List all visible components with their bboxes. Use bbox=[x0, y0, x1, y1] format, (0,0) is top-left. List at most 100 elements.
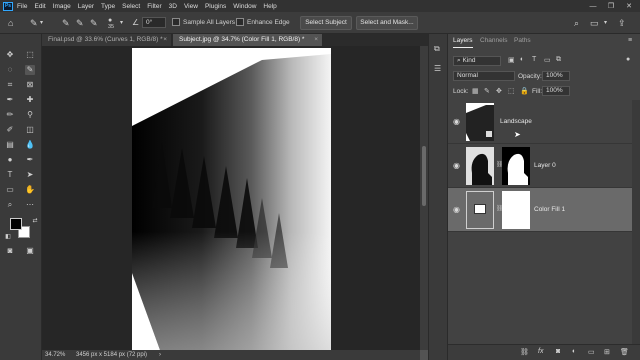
status-arrow-icon[interactable]: › bbox=[159, 350, 161, 360]
layer-row-layer-0[interactable]: ◉ ⛓ Layer 0 bbox=[448, 144, 632, 188]
default-colors-icon[interactable]: ◧ bbox=[3, 232, 13, 242]
layer-mask-thumbnail[interactable] bbox=[502, 191, 530, 229]
subtract-from-selection-icon[interactable]: ✎ bbox=[90, 17, 98, 29]
swap-colors-icon[interactable]: ⇄ bbox=[30, 216, 40, 226]
spot-healing-tool-icon[interactable]: ✚ bbox=[25, 95, 35, 105]
maximize-button[interactable]: ❐ bbox=[602, 2, 620, 10]
menu-type[interactable]: Type bbox=[101, 3, 115, 10]
gradient-tool-icon[interactable]: ▤ bbox=[5, 140, 15, 150]
workspace-chevron-icon[interactable]: ▾ bbox=[604, 17, 607, 29]
blend-mode-select[interactable]: Normal bbox=[453, 71, 515, 81]
layer-mask-thumbnail[interactable] bbox=[502, 147, 530, 185]
close-tab-icon[interactable]: × bbox=[163, 34, 167, 46]
share-icon[interactable]: ⇪ bbox=[618, 17, 626, 29]
home-icon[interactable]: ⌂ bbox=[8, 17, 13, 29]
scroll-thumb[interactable] bbox=[422, 146, 426, 206]
hand-tool-icon[interactable]: ✋ bbox=[25, 185, 35, 195]
adjustment-icon[interactable]: ◐ bbox=[572, 348, 576, 355]
eyedropper-tool-icon[interactable]: ✒ bbox=[5, 95, 15, 105]
add-to-selection-icon[interactable]: ✎ bbox=[76, 17, 84, 29]
menu-window[interactable]: Window bbox=[233, 3, 256, 10]
lock-transparent-icon[interactable]: ▦ bbox=[472, 87, 479, 95]
tab-layers[interactable]: Layers bbox=[453, 34, 473, 48]
brush-tool-icon[interactable]: ✏ bbox=[5, 110, 15, 120]
filter-toggle-icon[interactable]: ● bbox=[626, 56, 630, 63]
link-icon[interactable]: ⛓ bbox=[520, 348, 529, 356]
filter-pixel-icon[interactable]: ▣ bbox=[508, 56, 515, 64]
tab-paths[interactable]: Paths bbox=[514, 34, 531, 48]
pen-tool-icon[interactable]: ✒ bbox=[25, 155, 35, 165]
menu-edit[interactable]: Edit bbox=[34, 3, 45, 10]
select-subject-button[interactable]: Select Subject bbox=[300, 16, 352, 30]
enhance-edge-checkbox[interactable] bbox=[236, 18, 244, 26]
new-layer-icon[interactable]: ⊞ bbox=[604, 348, 610, 356]
filter-type-icon[interactable]: T bbox=[532, 56, 536, 63]
layer-filter-kind[interactable]: ⌕ Kind bbox=[453, 56, 501, 66]
document-canvas[interactable] bbox=[132, 48, 331, 350]
mask-icon[interactable]: ◙ bbox=[556, 348, 560, 355]
panel-menu-icon[interactable]: ≡ bbox=[628, 37, 632, 44]
layer-name[interactable]: Landscape bbox=[500, 118, 532, 125]
quick-selection-tool-icon[interactable]: ✎ bbox=[25, 65, 35, 75]
type-tool-icon[interactable]: T bbox=[5, 170, 15, 180]
quick-selection-tool-icon[interactable]: ✎ bbox=[30, 17, 38, 29]
menu-3d[interactable]: 3D bbox=[169, 3, 177, 10]
zoom-level[interactable]: 34.72% bbox=[45, 350, 65, 360]
crop-tool-icon[interactable]: ⌗ bbox=[5, 80, 15, 90]
filter-shape-icon[interactable]: ▭ bbox=[544, 56, 551, 64]
sample-all-layers-checkbox[interactable] bbox=[172, 18, 180, 26]
artboard-tool-icon[interactable]: ⬚ bbox=[25, 50, 35, 60]
filter-smart-object-icon[interactable]: ⧉ bbox=[556, 56, 561, 64]
move-tool-icon[interactable]: ✥ bbox=[5, 50, 15, 60]
search-icon[interactable]: ⌕ bbox=[574, 17, 579, 29]
angle-field[interactable]: 0° bbox=[142, 17, 166, 28]
history-panel-icon[interactable]: ⧉ bbox=[434, 44, 440, 54]
rectangle-tool-icon[interactable]: ▭ bbox=[5, 185, 15, 195]
close-window-button[interactable]: ✕ bbox=[620, 2, 638, 10]
layer-row-landscape[interactable]: ◉ Landscape ➤ bbox=[448, 100, 632, 144]
brush-picker-chevron-icon[interactable]: ▾ bbox=[120, 17, 123, 29]
properties-panel-icon[interactable]: ☰ bbox=[434, 64, 441, 73]
group-icon[interactable]: ▭ bbox=[588, 348, 595, 356]
menu-file[interactable]: File bbox=[17, 3, 27, 10]
visibility-eye-icon[interactable]: ◉ bbox=[453, 205, 460, 214]
layer-row-color-fill-1[interactable]: ◉ ⛓ Color Fill 1 bbox=[448, 188, 632, 232]
eraser-tool-icon[interactable]: ◫ bbox=[25, 125, 35, 135]
lock-position-icon[interactable]: ✥ bbox=[496, 87, 502, 95]
opacity-field[interactable]: 100% bbox=[542, 71, 570, 81]
menu-view[interactable]: View bbox=[184, 3, 198, 10]
workspace-icon[interactable]: ▭ bbox=[590, 17, 599, 29]
tab-channels[interactable]: Channels bbox=[480, 34, 507, 48]
frame-tool-icon[interactable]: ⊠ bbox=[25, 80, 35, 90]
select-and-mask-button[interactable]: Select and Mask... bbox=[356, 16, 418, 30]
zoom-tool-icon[interactable]: ⌕ bbox=[5, 200, 15, 210]
layer-name[interactable]: Layer 0 bbox=[534, 162, 556, 169]
menu-plugins[interactable]: Plugins bbox=[205, 3, 226, 10]
layers-scrollbar[interactable] bbox=[632, 100, 640, 360]
blur-tool-icon[interactable]: 💧 bbox=[25, 140, 35, 150]
dodge-tool-icon[interactable]: ● bbox=[5, 155, 15, 165]
foreground-color-swatch-top[interactable] bbox=[10, 218, 22, 230]
tab-final-psd[interactable]: Final.psd @ 33.6% (Curves 1, RGB/8) * × bbox=[42, 34, 172, 46]
clone-stamp-tool-icon[interactable]: ⚲ bbox=[25, 110, 35, 120]
fx-icon[interactable]: fx bbox=[538, 348, 543, 355]
visibility-eye-icon[interactable]: ◉ bbox=[453, 117, 460, 126]
menu-filter[interactable]: Filter bbox=[147, 3, 161, 10]
lock-artboard-icon[interactable]: ⬚ bbox=[508, 87, 515, 95]
layer-name[interactable]: Color Fill 1 bbox=[534, 206, 565, 213]
quick-mask-icon[interactable]: ◙ bbox=[5, 246, 15, 256]
screen-mode-icon[interactable]: ▣ bbox=[25, 246, 35, 256]
lock-image-icon[interactable]: ✎ bbox=[484, 87, 490, 95]
close-tab-icon[interactable]: × bbox=[314, 34, 318, 46]
visibility-eye-icon[interactable]: ◉ bbox=[453, 161, 460, 170]
more-tools-icon[interactable]: ⋯ bbox=[25, 200, 35, 210]
new-selection-icon[interactable]: ✎ bbox=[62, 17, 70, 29]
tab-subject-jpg[interactable]: Subject.jpg @ 34.7% (Color Fill 1, RGB/8… bbox=[173, 34, 323, 46]
tool-preset-chevron-icon[interactable]: ▾ bbox=[40, 17, 43, 29]
menu-layer[interactable]: Layer bbox=[78, 3, 94, 10]
lasso-tool-icon[interactable]: ◌ bbox=[5, 65, 15, 75]
vertical-scrollbar[interactable] bbox=[420, 46, 428, 350]
path-selection-tool-icon[interactable]: ➤ bbox=[25, 170, 35, 180]
menu-image[interactable]: Image bbox=[53, 3, 71, 10]
filter-adjustment-icon[interactable]: ◐ bbox=[520, 56, 524, 63]
